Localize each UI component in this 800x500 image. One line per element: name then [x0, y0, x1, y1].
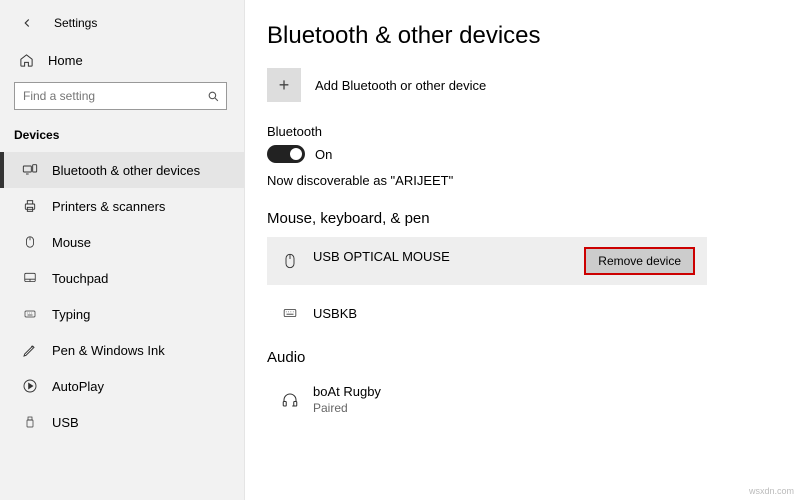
discoverable-status: Now discoverable as "ARIJEET": [267, 173, 778, 188]
devices-icon: [22, 162, 38, 178]
keyboard-icon: [22, 306, 38, 322]
sidebar-item-label: USB: [52, 415, 79, 430]
sidebar-item-label: AutoPlay: [52, 379, 104, 394]
main-content: Bluetooth & other devices + Add Bluetoot…: [245, 0, 800, 500]
bluetooth-state: On: [315, 147, 332, 162]
add-device-label: Add Bluetooth or other device: [315, 78, 486, 93]
nav-list: Bluetooth & other devices Printers & sca…: [0, 152, 244, 440]
mouse-icon: [22, 234, 38, 250]
device-row-audio[interactable]: boAt Rugby Paired: [267, 376, 707, 423]
search-input[interactable]: [15, 89, 200, 103]
keyboard-icon: [281, 301, 299, 325]
search-wrap: [0, 78, 244, 122]
sidebar-item-label: Mouse: [52, 235, 91, 250]
device-name: USB OPTICAL MOUSE: [313, 249, 450, 264]
device-name: USBKB: [313, 306, 357, 321]
remove-device-button[interactable]: Remove device: [584, 247, 695, 275]
device-status: Paired: [313, 401, 381, 415]
sidebar-item-mouse[interactable]: Mouse: [0, 224, 244, 260]
bluetooth-toggle[interactable]: [267, 145, 305, 163]
home-nav[interactable]: Home: [0, 46, 244, 78]
bluetooth-toggle-row: On: [267, 145, 778, 163]
group-mouse-title: Mouse, keyboard, & pen: [267, 210, 778, 227]
sidebar-item-usb[interactable]: USB: [0, 404, 244, 440]
device-name: boAt Rugby: [313, 384, 381, 399]
bluetooth-label: Bluetooth: [267, 124, 778, 139]
sidebar-item-label: Printers & scanners: [52, 199, 165, 214]
sidebar-item-bluetooth[interactable]: Bluetooth & other devices: [0, 152, 244, 188]
sidebar: Settings Home Devices Bluetooth & other …: [0, 0, 245, 500]
sidebar-item-typing[interactable]: Typing: [0, 296, 244, 332]
window-header: Settings: [0, 8, 244, 46]
sidebar-item-label: Bluetooth & other devices: [52, 163, 200, 178]
usb-icon: [22, 414, 38, 430]
watermark: wsxdn.com: [749, 486, 794, 496]
group-audio-title: Audio: [267, 349, 778, 366]
page-title: Bluetooth & other devices: [267, 22, 778, 50]
plus-icon: +: [279, 75, 290, 96]
search-box[interactable]: [14, 82, 227, 110]
sidebar-item-label: Pen & Windows Ink: [52, 343, 165, 358]
touchpad-icon: [22, 270, 38, 286]
headset-icon: [281, 388, 299, 412]
add-device-row[interactable]: + Add Bluetooth or other device: [267, 68, 778, 102]
pen-icon: [22, 342, 38, 358]
sidebar-section-title: Devices: [0, 122, 244, 152]
device-row-usbkb[interactable]: USBKB: [267, 293, 707, 333]
sidebar-item-label: Typing: [52, 307, 90, 322]
toggle-knob: [290, 148, 302, 160]
home-icon: [18, 52, 34, 68]
window-title: Settings: [54, 16, 97, 30]
autoplay-icon: [22, 378, 38, 394]
add-device-button[interactable]: +: [267, 68, 301, 102]
sidebar-item-printers[interactable]: Printers & scanners: [0, 188, 244, 224]
printer-icon: [22, 198, 38, 214]
device-card-usb-mouse[interactable]: USB OPTICAL MOUSE Remove device: [267, 237, 707, 285]
mouse-icon: [281, 249, 299, 273]
search-icon[interactable]: [200, 90, 226, 103]
sidebar-item-touchpad[interactable]: Touchpad: [0, 260, 244, 296]
sidebar-item-autoplay[interactable]: AutoPlay: [0, 368, 244, 404]
sidebar-item-pen[interactable]: Pen & Windows Ink: [0, 332, 244, 368]
home-label: Home: [48, 53, 83, 68]
back-icon[interactable]: [18, 14, 36, 32]
sidebar-item-label: Touchpad: [52, 271, 108, 286]
